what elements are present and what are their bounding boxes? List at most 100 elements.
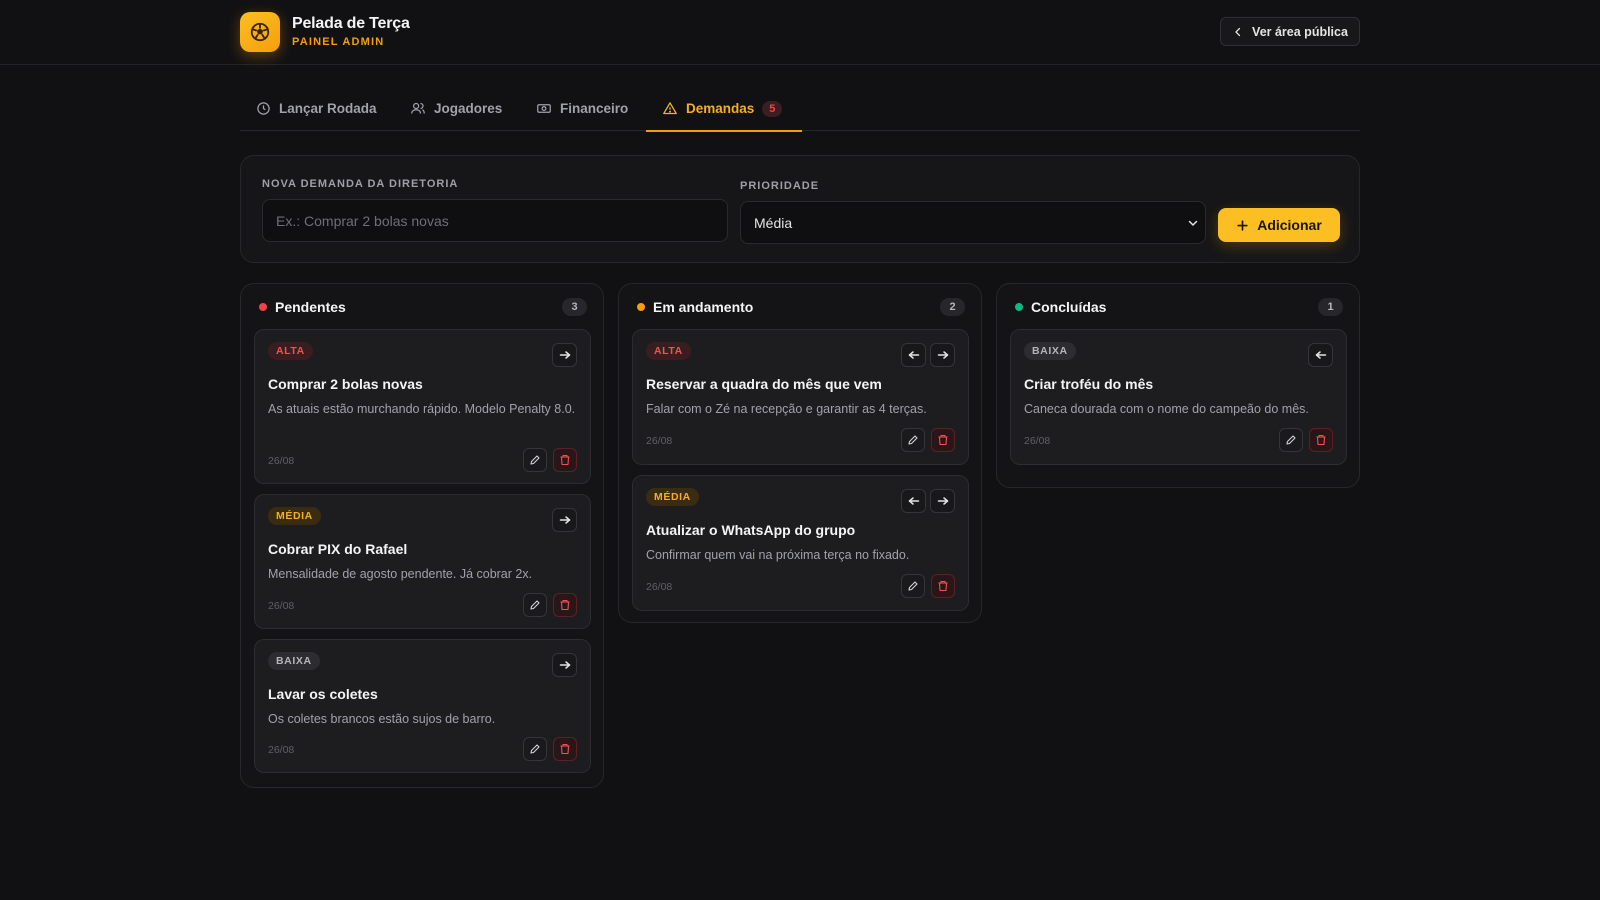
card-date: 26/08 — [268, 744, 295, 756]
status-dot — [1015, 303, 1023, 311]
add-demand-label: Adicionar — [1257, 217, 1322, 233]
move-right-button[interactable] — [552, 508, 577, 532]
card-date: 26/08 — [268, 455, 295, 467]
clock-icon — [257, 102, 270, 115]
trash-icon — [560, 743, 570, 755]
pencil-icon — [530, 455, 540, 465]
arrow-left-icon — [908, 497, 919, 505]
card-title: Cobrar PIX do Rafael — [268, 541, 408, 557]
card-title: Criar troféu do mês — [1024, 376, 1154, 392]
demand-card: BAIXA Criar troféu do mês Caneca dourada… — [1010, 329, 1347, 465]
priority-badge: BAIXA — [1024, 342, 1076, 360]
priority-badge: MÉDIA — [268, 507, 321, 525]
delete-button[interactable] — [931, 574, 955, 598]
column-count: 2 — [940, 298, 965, 316]
tab-lancar-rodada[interactable]: Lançar Rodada — [256, 86, 377, 131]
column-pendentes: Pendentes 3 ALTA Comprar 2 bolas novas A… — [240, 283, 604, 788]
move-left-button[interactable] — [901, 489, 926, 513]
add-demand-button[interactable]: Adicionar — [1218, 208, 1340, 242]
column-concluidas: Concluídas 1 BAIXA Criar troféu do mês C… — [996, 283, 1360, 488]
card-date: 26/08 — [646, 581, 673, 593]
app-title: Pelada de Terça — [292, 15, 410, 32]
priority-badge: ALTA — [646, 342, 691, 360]
trash-icon — [938, 580, 948, 592]
pencil-icon — [1286, 435, 1296, 445]
card-title: Comprar 2 bolas novas — [268, 376, 423, 392]
arrow-right-icon — [559, 516, 570, 524]
delete-button[interactable] — [553, 448, 577, 472]
move-left-button[interactable] — [1308, 343, 1333, 367]
pencil-icon — [908, 581, 918, 591]
pencil-icon — [530, 744, 540, 754]
demand-card: BAIXA Lavar os coletes Os coletes branco… — [254, 639, 591, 773]
column-count: 3 — [562, 298, 587, 316]
edit-button[interactable] — [901, 428, 925, 452]
delete-button[interactable] — [553, 737, 577, 761]
priority-label: PRIORIDADE — [740, 180, 820, 192]
priority-badge: BAIXA — [268, 652, 320, 670]
card-title: Atualizar o WhatsApp do grupo — [646, 522, 856, 538]
delete-button[interactable] — [1309, 428, 1333, 452]
column-count: 1 — [1318, 298, 1343, 316]
column-header: Concluídas 1 — [1013, 298, 1343, 316]
edit-button[interactable] — [901, 574, 925, 598]
card-title: Lavar os coletes — [268, 686, 378, 702]
demand-card: MÉDIA Atualizar o WhatsApp do grupo Conf… — [632, 475, 969, 611]
tab-label: Demandas — [686, 101, 755, 116]
alert-triangle-icon — [663, 102, 677, 115]
move-left-button[interactable] — [901, 343, 926, 367]
column-header: Em andamento 2 — [635, 298, 965, 316]
app-subtitle: PAINEL ADMIN — [292, 36, 385, 48]
chevron-down-icon — [1188, 220, 1198, 226]
column-em-andamento: Em andamento 2 ALTA Reservar a quadra do… — [618, 283, 982, 623]
card-description: As atuais estão murchando rápido. Modelo… — [268, 402, 576, 416]
arrow-left-icon — [1315, 351, 1326, 359]
card-description: Confirmar quem vai na próxima terça no f… — [646, 548, 910, 562]
move-right-button[interactable] — [552, 653, 577, 677]
tab-label: Financeiro — [560, 101, 629, 116]
trash-icon — [560, 454, 570, 466]
edit-button[interactable] — [523, 737, 547, 761]
status-dot — [259, 303, 267, 311]
edit-button[interactable] — [523, 593, 547, 617]
card-description: Falar com o Zé na recepção e garantir as… — [646, 402, 927, 416]
arrow-right-icon — [559, 661, 570, 669]
pencil-icon — [530, 600, 540, 610]
tab-bar: Lançar Rodada Jogadores Financeiro Deman… — [240, 86, 1360, 132]
soccer-ball-icon — [250, 22, 270, 42]
demand-input[interactable]: Ex.: Comprar 2 bolas novas — [262, 199, 728, 242]
edit-button[interactable] — [1279, 428, 1303, 452]
tab-demandas[interactable]: Demandas 5 — [646, 86, 802, 132]
column-title: Pendentes — [275, 299, 346, 315]
tab-financeiro[interactable]: Financeiro — [536, 86, 628, 131]
public-area-button[interactable]: Ver área pública — [1220, 17, 1360, 46]
priority-select[interactable]: Média — [740, 201, 1206, 244]
column-title: Em andamento — [653, 299, 754, 315]
users-icon — [411, 102, 425, 114]
card-date: 26/08 — [268, 600, 295, 612]
new-demand-form: NOVA DEMANDA DA DIRETORIA Ex.: Comprar 2… — [240, 155, 1360, 263]
move-right-button[interactable] — [930, 489, 955, 513]
pencil-icon — [908, 435, 918, 445]
chevron-left-icon — [1235, 27, 1241, 36]
priority-badge: ALTA — [268, 342, 313, 360]
arrow-left-icon — [908, 351, 919, 359]
demand-card: ALTA Reservar a quadra do mês que vem Fa… — [632, 329, 969, 465]
top-bar: Pelada de Terça PAINEL ADMIN Ver área pú… — [0, 0, 1600, 65]
card-title: Reservar a quadra do mês que vem — [646, 376, 882, 392]
plus-icon — [1237, 219, 1248, 231]
move-right-button[interactable] — [930, 343, 955, 367]
edit-button[interactable] — [523, 448, 547, 472]
move-right-button[interactable] — [552, 343, 577, 367]
demand-label: NOVA DEMANDA DA DIRETORIA — [262, 178, 459, 190]
card-description: Os coletes brancos estão sujos de barro. — [268, 712, 496, 726]
trash-icon — [938, 434, 948, 446]
demand-card: MÉDIA Cobrar PIX do Rafael Mensalidade d… — [254, 494, 591, 629]
tab-jogadores[interactable]: Jogadores — [410, 86, 502, 131]
priority-badge: MÉDIA — [646, 488, 699, 506]
delete-button[interactable] — [931, 428, 955, 452]
delete-button[interactable] — [553, 593, 577, 617]
arrow-right-icon — [937, 497, 948, 505]
card-date: 26/08 — [1024, 435, 1051, 447]
demand-card: ALTA Comprar 2 bolas novas As atuais est… — [254, 329, 591, 484]
